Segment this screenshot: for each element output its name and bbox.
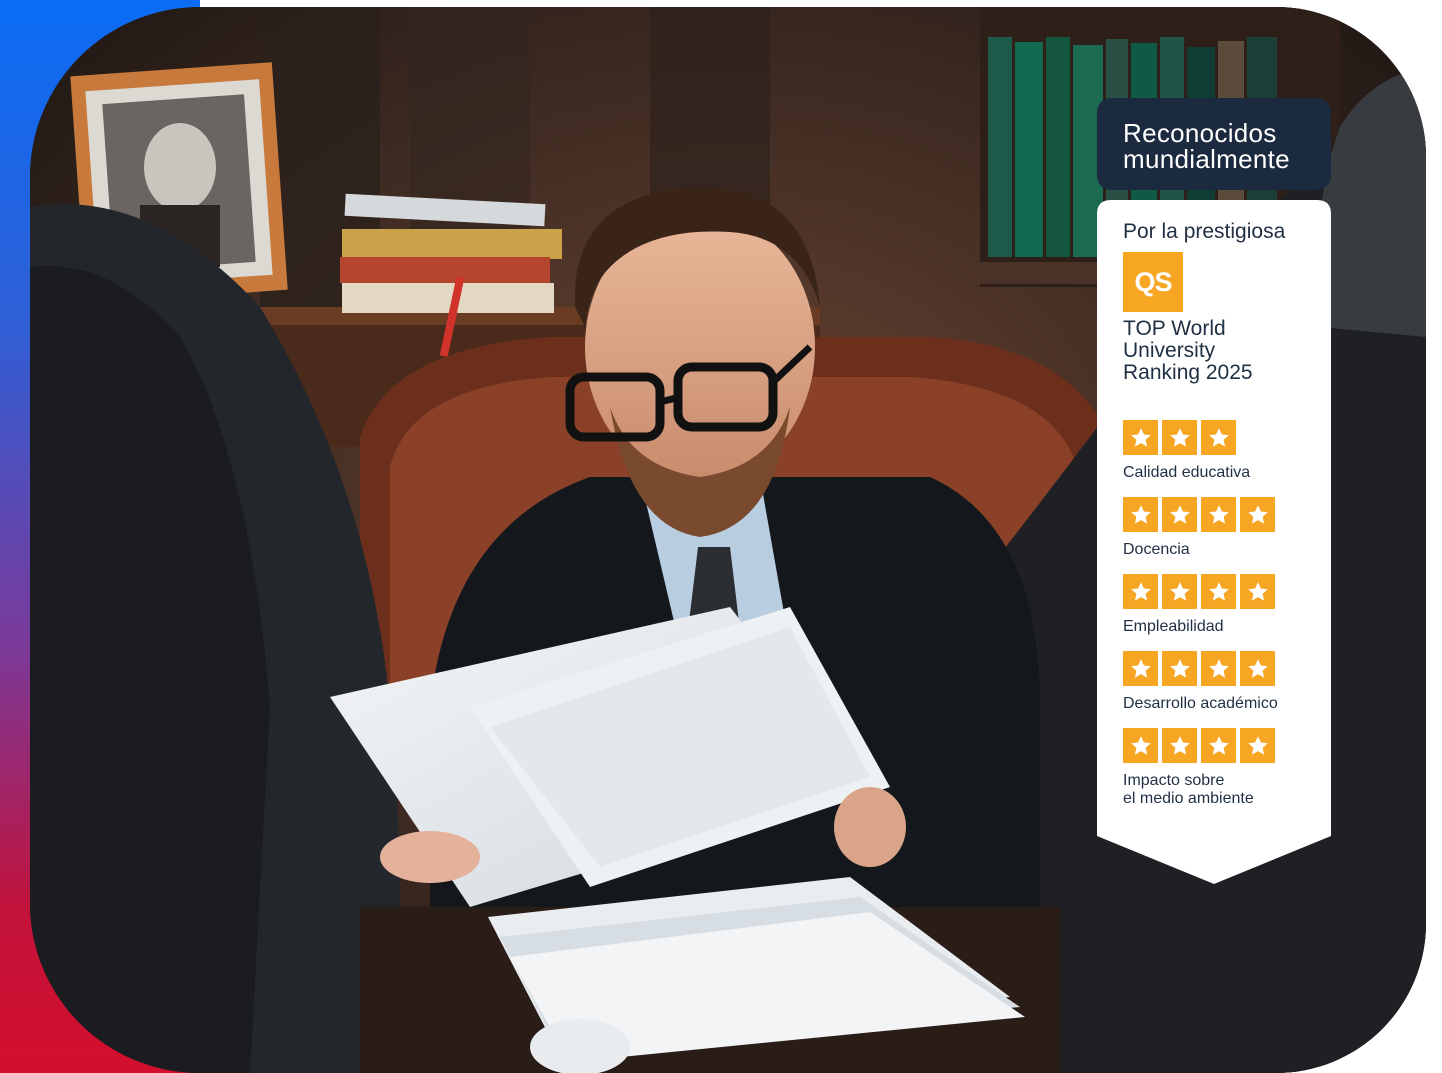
star-icon: [1123, 651, 1158, 686]
star-icon: [1162, 420, 1197, 455]
star-icon: [1162, 497, 1197, 532]
rating-label-line1: Impacto sobre: [1123, 772, 1225, 789]
qs-logo: QS: [1123, 252, 1183, 312]
badge-header-line2: mundialmente: [1123, 144, 1290, 174]
ranking-line3: Ranking 2025: [1123, 361, 1253, 384]
qs-ranking-ribbon: Por la prestigiosa QS TOP World Universi…: [1097, 200, 1331, 884]
star-icon: [1162, 728, 1197, 763]
rating-category: Impacto sobre el medio ambiente: [1123, 728, 1323, 808]
rating-category-label: Docencia: [1123, 541, 1323, 559]
star-icon: [1201, 420, 1236, 455]
hero-canvas: Reconocidos mundialmente Por la prestigi…: [0, 0, 1442, 1073]
rating-category: Desarrollo académico: [1123, 651, 1323, 713]
rating-category-label: Impacto sobre el medio ambiente: [1123, 772, 1323, 808]
rating-category-label: Calidad educativa: [1123, 464, 1323, 482]
star-rating: [1123, 651, 1323, 687]
star-icon: [1162, 574, 1197, 609]
star-icon: [1162, 651, 1197, 686]
rating-category-label: Empleabilidad: [1123, 618, 1323, 636]
badge-header-line1: Reconocidos: [1123, 118, 1277, 148]
star-icon: [1240, 574, 1275, 609]
star-icon: [1240, 497, 1275, 532]
rating-category-label: Desarrollo académico: [1123, 695, 1323, 713]
rating-label-line2: el medio ambiente: [1123, 790, 1254, 807]
rating-category: Calidad educativa: [1123, 420, 1323, 482]
rating-label-line1: Desarrollo académico: [1123, 695, 1278, 712]
star-icon: [1240, 728, 1275, 763]
star-icon: [1123, 574, 1158, 609]
star-rating: [1123, 728, 1323, 764]
star-icon: [1201, 651, 1236, 686]
star-icon: [1123, 420, 1158, 455]
ranking-line2: University: [1123, 339, 1216, 362]
rating-label-line1: Docencia: [1123, 541, 1190, 558]
star-icon: [1201, 497, 1236, 532]
rating-category: Empleabilidad: [1123, 574, 1323, 636]
star-icon: [1123, 728, 1158, 763]
star-icon: [1201, 574, 1236, 609]
star-icon: [1123, 497, 1158, 532]
ranking-title: TOP World University Ranking 2025: [1123, 318, 1323, 384]
star-icon: [1240, 651, 1275, 686]
star-rating: [1123, 574, 1323, 610]
rating-label-line1: Calidad educativa: [1123, 464, 1251, 481]
rating-category: Docencia: [1123, 497, 1323, 559]
badge-header: Reconocidos mundialmente: [1097, 98, 1331, 190]
rating-categories: Calidad educativa Docencia Empleabilidad De…: [1123, 420, 1323, 808]
star-icon: [1201, 728, 1236, 763]
star-rating: [1123, 420, 1323, 456]
intro-text: Por la prestigiosa: [1123, 220, 1286, 243]
rating-label-line1: Empleabilidad: [1123, 618, 1224, 635]
ranking-line1: TOP World: [1123, 317, 1226, 340]
star-rating: [1123, 497, 1323, 533]
